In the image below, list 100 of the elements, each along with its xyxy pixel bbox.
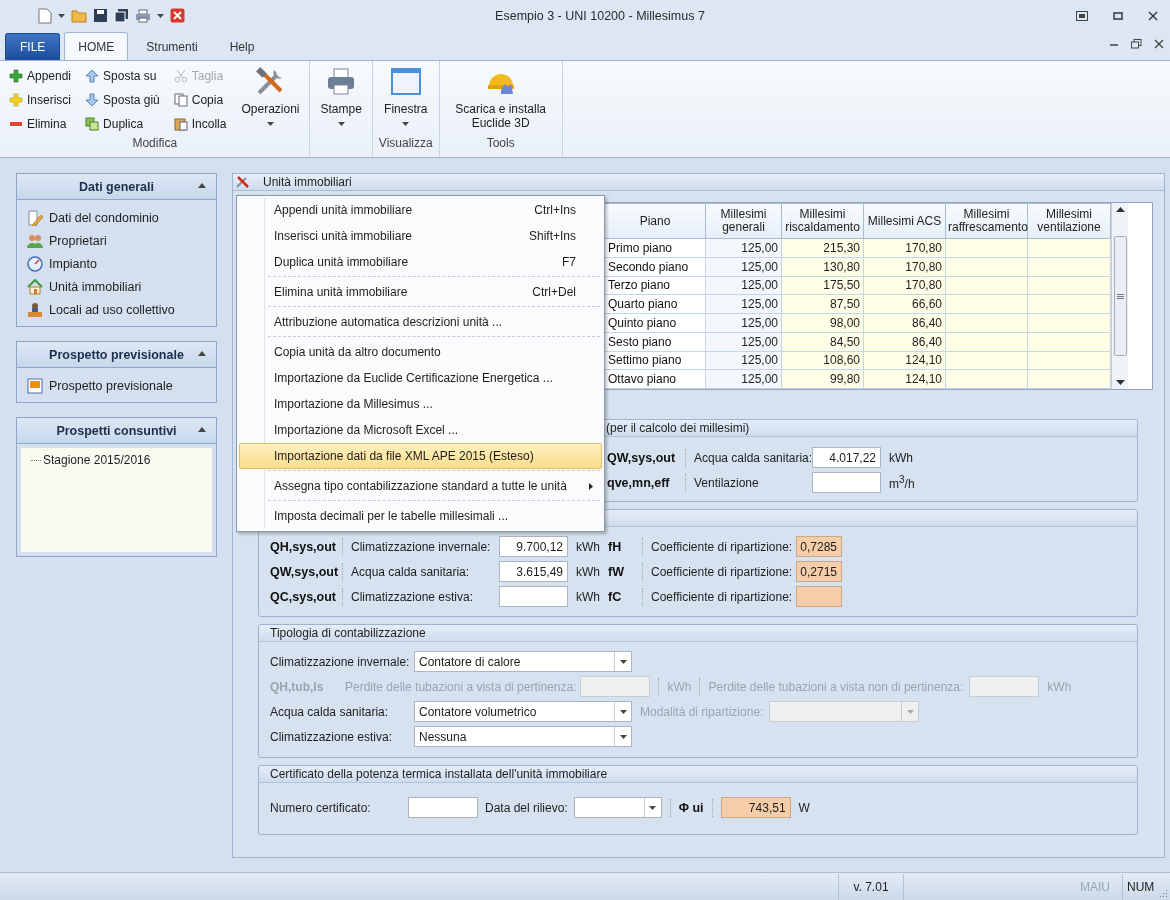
menu-item[interactable]: Assegna tipo contabilizzazione standard a tutte le unità — [239, 473, 602, 499]
collapse-icon[interactable] — [198, 183, 206, 188]
pencil-document-icon — [27, 210, 43, 226]
field-label: Coefficiente di ripartizione: — [651, 589, 794, 604]
toolbar-button[interactable]: Copia — [170, 88, 230, 112]
ribbon-tab[interactable]: Strumenti — [132, 33, 212, 60]
computed-field: 743,51 — [720, 797, 791, 818]
window-icon — [389, 66, 422, 98]
group-label: Modifica — [131, 136, 179, 152]
menu-item[interactable]: Copia unità da altro documento — [239, 339, 602, 365]
ribbon-tab[interactable]: Help — [215, 33, 269, 60]
scroll-down-icon[interactable] — [1115, 380, 1125, 385]
sidebar-item[interactable]: Proprietari — [27, 231, 216, 251]
toolbar-button[interactable]: Appendi — [6, 64, 75, 88]
column-header[interactable]: Millesimi raffrescamento — [945, 203, 1028, 239]
column-header[interactable]: Millesimi riscaldamento — [781, 203, 864, 239]
close-icon[interactable] — [1148, 10, 1158, 21]
input-field[interactable]: 4.017,22 — [812, 447, 881, 468]
input-field[interactable] — [580, 676, 651, 697]
symbol-label: fC — [608, 589, 623, 604]
input-field[interactable] — [408, 797, 478, 818]
symbol-label: QC,sys,out — [270, 589, 334, 604]
scroll-up-icon[interactable] — [1115, 207, 1125, 212]
sidebar-item[interactable]: Unità immobiliari — [27, 277, 216, 297]
menu-item[interactable]: Elimina unità immobiliare Ctrl+Del — [239, 279, 602, 305]
clipboard-icon — [173, 117, 188, 131]
caret-icon[interactable] — [58, 13, 65, 18]
dropdown[interactable]: Contatore di calore — [414, 651, 632, 672]
input-field[interactable] — [969, 676, 1040, 697]
tree-item[interactable]: Stagione 2015/2016 — [43, 453, 151, 467]
gauge-icon — [27, 256, 43, 272]
new-document-icon[interactable] — [38, 7, 52, 24]
toolbar-button[interactable]: Stampe — [316, 64, 366, 136]
panel-title: Dati generali — [79, 179, 154, 194]
menu-item[interactable]: Inserisci unità immobiliare Shift+Ins — [239, 223, 602, 249]
sidebar-item[interactable]: Impianto — [27, 254, 216, 274]
input-field[interactable]: 9.700,12 — [499, 536, 568, 557]
menu-item[interactable]: Importazione da Millesimus ... — [239, 391, 602, 417]
column-header[interactable]: Piano — [604, 203, 706, 239]
column-header[interactable]: Millesimi ACS — [863, 203, 946, 239]
field-label: Ventilazione — [694, 475, 760, 490]
unit-label: kWh — [576, 564, 601, 579]
collapse-icon[interactable] — [198, 427, 206, 432]
toolbar-button[interactable]: Inserisci — [6, 88, 75, 112]
panel-title: Prospetti consuntivi — [56, 423, 177, 438]
menu-item[interactable]: Attribuzione automatica descrizioni unità ... — [239, 309, 602, 335]
save-icon[interactable] — [93, 8, 108, 23]
column-header[interactable]: Millesimi generali — [705, 203, 782, 239]
symbol-label: Φ ui — [678, 800, 704, 815]
printer-icon[interactable] — [135, 8, 151, 23]
ribbon-tab[interactable]: HOME — [64, 32, 129, 60]
toolbar-button[interactable]: Duplica — [82, 112, 163, 136]
menu-item[interactable]: Importazione da Euclide Certificazione Energetica ... — [239, 365, 602, 391]
arrow-down-icon — [85, 93, 100, 107]
caret-icon[interactable] — [157, 13, 164, 18]
column-header[interactable]: Millesimi ventilazione — [1027, 203, 1111, 239]
sidebar-item[interactable]: Prospetto previsionale — [27, 376, 216, 396]
close-icon[interactable] — [1154, 39, 1164, 49]
field-label: Coefficiente di ripartizione: — [651, 564, 794, 579]
toolbar-button[interactable]: Sposta su — [82, 64, 163, 88]
menu-item[interactable]: Importazione da Microsoft Excel ... — [239, 417, 602, 443]
caret-icon — [619, 709, 627, 714]
dropdown[interactable]: Nessuna — [414, 726, 632, 747]
sidebar-item[interactable]: Dati del condominio — [27, 208, 216, 228]
toolbar-button[interactable]: Finestra — [378, 64, 433, 136]
input-field[interactable] — [499, 586, 568, 607]
collapse-icon[interactable] — [198, 351, 206, 356]
ribbon-tab[interactable]: FILE — [5, 33, 61, 60]
people-icon — [27, 233, 43, 249]
unit-label: kWh — [1047, 679, 1072, 694]
window-title: Esempio 3 - UNI 10200 - Millesimus 7 — [494, 8, 706, 23]
input-field[interactable] — [812, 472, 881, 493]
group-label: Tools — [485, 136, 516, 152]
resize-grip-icon[interactable] — [1158, 888, 1168, 898]
tools-icon — [235, 175, 251, 189]
menu-item[interactable]: Importazione dati da file XML APE 2015 (Esteso) — [239, 443, 602, 469]
sidebar-item[interactable]: Locali ad uso collettivo — [27, 300, 216, 320]
plus-icon — [9, 93, 23, 107]
symbol-label: qve,mn,eff — [607, 475, 671, 490]
field-label: Acqua calda sanitaria: — [270, 704, 390, 719]
save-all-icon[interactable] — [114, 8, 129, 23]
toolbar-button[interactable]: Incolla — [170, 112, 230, 136]
menu-item[interactable]: Appendi unità immobiliare Ctrl+Ins — [239, 197, 602, 223]
group-title: (per il calcolo dei millesimi) — [606, 421, 750, 435]
close-document-icon[interactable] — [170, 8, 185, 23]
toolbar-button[interactable]: Operazioni — [237, 64, 304, 136]
caret-icon — [619, 659, 627, 664]
symbol-label: QH,sys,out — [270, 539, 334, 554]
menu-item[interactable]: Imposta decimali per le tabelle millesimali ... — [239, 503, 602, 529]
input-field[interactable]: 3.615,49 — [499, 561, 568, 582]
scrollbar[interactable] — [1111, 203, 1128, 389]
restore-icon[interactable] — [1131, 39, 1142, 49]
status-text: NUM — [1122, 873, 1159, 900]
dropdown[interactable]: Contatore volumetrico — [414, 701, 632, 722]
minimize-icon[interactable] — [1112, 10, 1124, 21]
toolbar-button[interactable]: Sposta giù — [82, 88, 163, 112]
toolbar-button[interactable]: Scarica e installa Euclide 3D — [445, 64, 556, 136]
menu-item[interactable]: Duplica unità immobiliare F7 — [239, 249, 602, 275]
window-option-icon[interactable] — [1076, 10, 1088, 21]
toolbar-button[interactable]: Elimina — [6, 112, 75, 136]
